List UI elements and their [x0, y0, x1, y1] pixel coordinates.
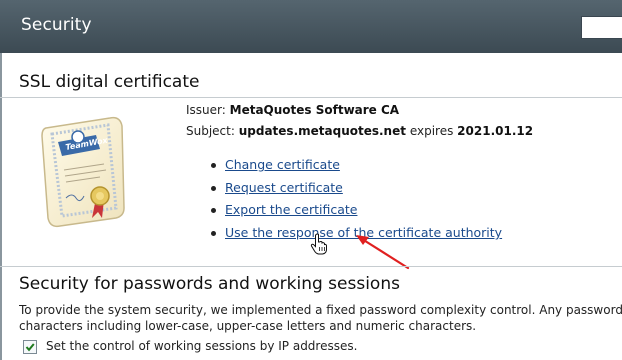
- ip-control-label[interactable]: Set the control of working sessions by I…: [46, 339, 357, 353]
- bullet-icon: [211, 185, 216, 191]
- page-title: Security: [21, 15, 92, 35]
- ssl-section-divider: [0, 97, 622, 98]
- list-item: Request certificate: [210, 179, 502, 202]
- ip-control-checkbox[interactable]: [23, 340, 37, 354]
- request-certificate-link[interactable]: Request certificate: [225, 180, 343, 195]
- certificate-issuer: Issuer: MetaQuotes Software CA: [186, 103, 399, 117]
- subject-value: updates.metaquotes.net: [238, 124, 406, 138]
- ssl-section-title: SSL digital certificate: [19, 72, 200, 92]
- checkmark-icon: [25, 343, 35, 352]
- security-description: To provide the system security, we imple…: [19, 302, 622, 334]
- bullet-icon: [211, 163, 216, 168]
- export-certificate-link[interactable]: Export the certificate: [225, 202, 357, 217]
- header-search-input[interactable]: [581, 16, 622, 39]
- expires-value: 2021.01.12: [457, 124, 534, 138]
- issuer-value: MetaQuotes Software CA: [229, 103, 400, 117]
- subject-label: Subject:: [186, 124, 235, 138]
- bullet-icon: [211, 231, 216, 237]
- change-certificate-link[interactable]: Change certificate: [225, 157, 340, 172]
- certificate-subject: Subject: updates.metaquotes.net expires …: [186, 124, 533, 138]
- section-divider: [0, 266, 622, 267]
- certificate-icon: TeamWox: [41, 116, 125, 228]
- security-sessions-title: Security for passwords and working sessi…: [19, 274, 400, 294]
- left-frame-border: [0, 53, 2, 360]
- description-line: characters including lower-case, upper-c…: [19, 319, 477, 333]
- list-item: Export the certificate: [210, 201, 502, 224]
- hand-cursor-icon: [310, 233, 327, 255]
- bullet-icon: [211, 208, 216, 214]
- list-item: Change certificate: [210, 156, 502, 179]
- description-line: To provide the system security, we imple…: [19, 303, 622, 317]
- issuer-label: Issuer:: [186, 103, 226, 117]
- header-bar: Security: [0, 0, 622, 53]
- expires-label: expires: [409, 124, 454, 138]
